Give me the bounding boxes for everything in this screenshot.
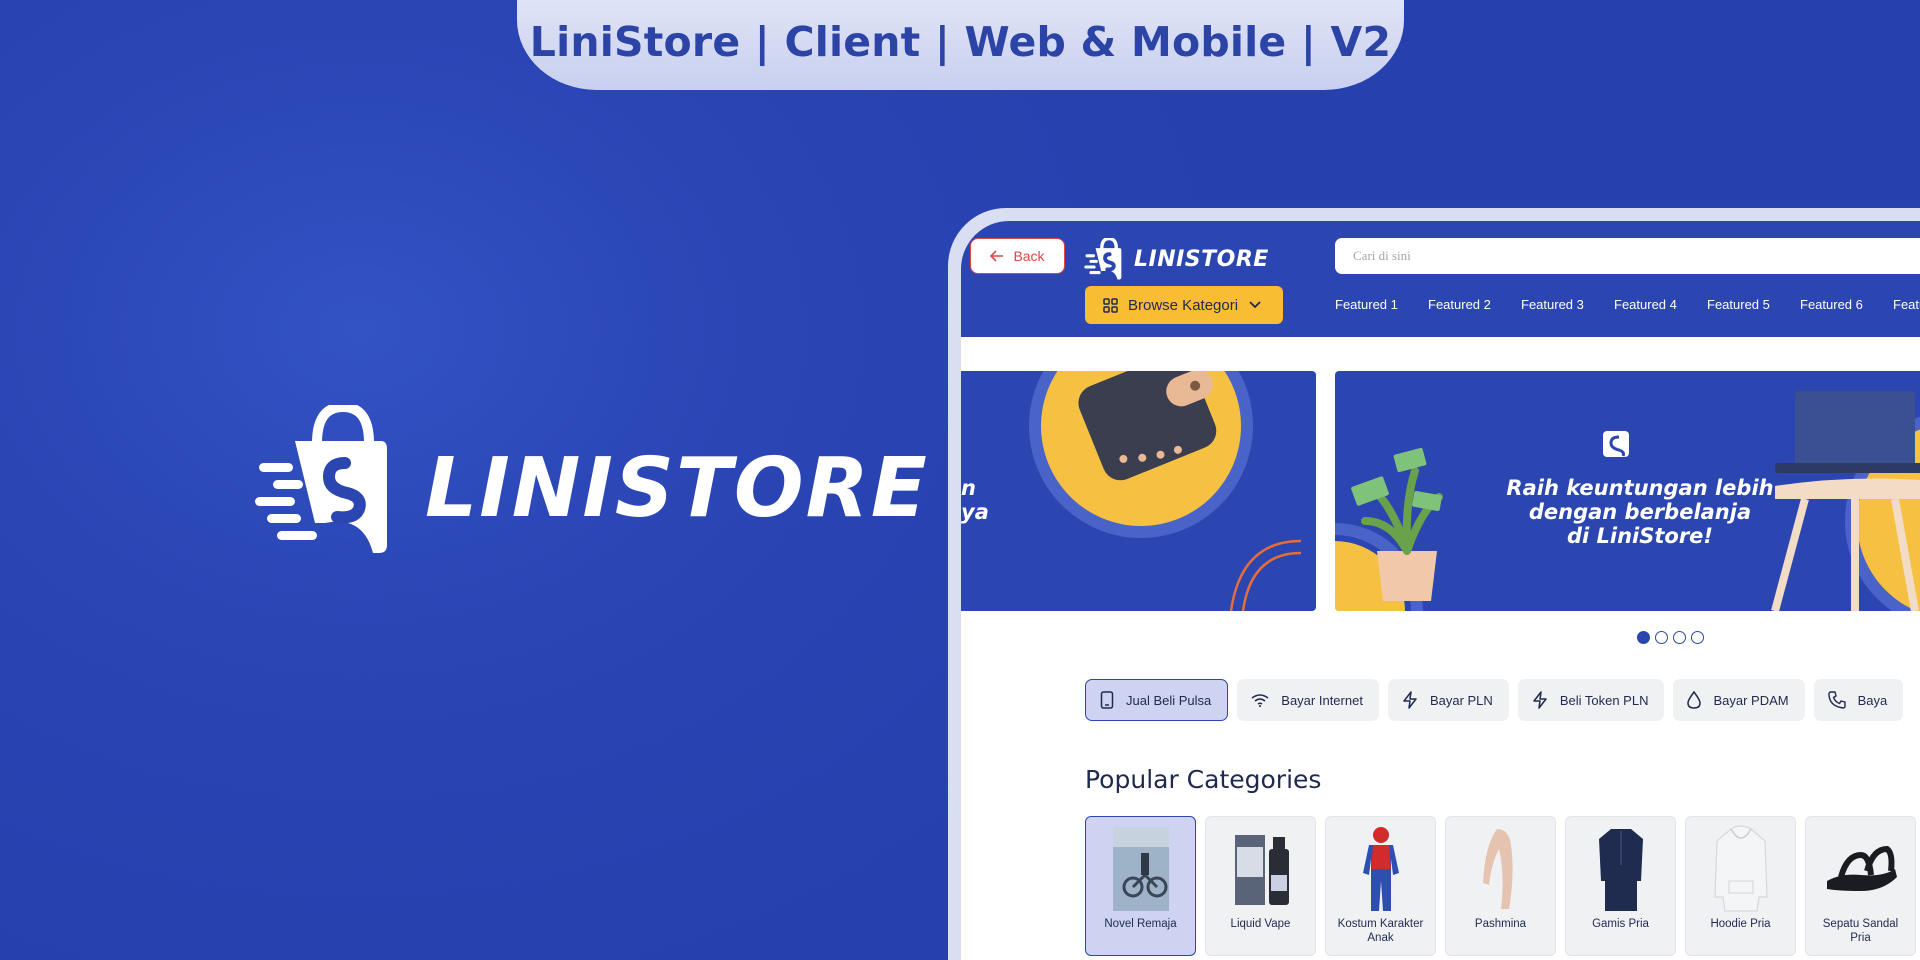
site-logo-icon[interactable]: [1084, 238, 1124, 280]
service-bayar-internet[interactable]: Bayar Internet: [1237, 679, 1379, 721]
featured-link-4[interactable]: Featured 4: [1614, 297, 1707, 312]
featured-link-2[interactable]: Featured 2: [1428, 297, 1521, 312]
promo-banner-previous[interactable]: n ya: [961, 371, 1316, 611]
lightning-icon: [1533, 691, 1547, 709]
banner-headline-line-2: dengan berbelanja: [1528, 500, 1752, 524]
category-sepatu-sandal-pria[interactable]: Sepatu Sandal Pria: [1805, 816, 1916, 956]
service-beli-token-pln[interactable]: Beli Token PLN: [1517, 679, 1665, 721]
arrow-left-icon: [990, 250, 1004, 262]
phone-icon: [1100, 691, 1114, 709]
site-wordmark: LINISTORE: [1134, 247, 1269, 272]
category-name: Novel Remaja: [1104, 918, 1177, 930]
browse-label: Browse Kategori: [1128, 296, 1239, 314]
service-label: Beli Token PLN: [1559, 692, 1649, 708]
telephone-icon: [1827, 691, 1846, 709]
linistore-logo-icon: [255, 405, 387, 553]
featured-link-6[interactable]: Featured 6: [1800, 297, 1893, 312]
carousel-dot-1[interactable]: [1637, 631, 1650, 644]
costume-image: [1362, 827, 1399, 911]
category-name: Gamis Pria: [1592, 918, 1649, 930]
carousel-dot-4[interactable]: [1691, 631, 1704, 644]
featured-link-5[interactable]: Featured 5: [1707, 297, 1800, 312]
featured-link-1[interactable]: Featured 1: [1335, 297, 1428, 312]
featured-link-7[interactable]: Featu: [1893, 297, 1920, 312]
web-screen: Back LINISTORE Browse K: [961, 221, 1920, 960]
gamis-image: [1598, 829, 1643, 911]
service-bayar-pdam[interactable]: Bayar PDAM: [1673, 679, 1805, 721]
category-name: Pashmina: [1474, 918, 1527, 930]
popular-categories-list: Novel Remaja Liquid Vape Kostum Karakter…: [1085, 816, 1916, 956]
service-label: Baya: [1857, 692, 1888, 708]
service-shortcuts: Jual Beli Pulsa Bayar Internet Bayar PLN: [1085, 679, 1904, 721]
service-label: Bayar Internet: [1281, 692, 1363, 708]
service-bayar-telepon[interactable]: Baya: [1813, 679, 1904, 721]
book-cover-image: [1112, 827, 1169, 911]
browse-category-button[interactable]: Browse Kategori: [1085, 286, 1283, 324]
sandal-image: [1826, 845, 1897, 891]
search-input[interactable]: [1335, 238, 1920, 274]
category-name: Liquid Vape: [1230, 918, 1291, 930]
category-liquid-vape[interactable]: Liquid Vape: [1205, 816, 1316, 956]
carousel-pagination: [1637, 631, 1704, 644]
category-name: Sepatu Sandal Pria: [1822, 918, 1899, 944]
device-frame: Back LINISTORE Browse K: [948, 208, 1920, 960]
service-label: Jual Beli Pulsa: [1126, 692, 1212, 708]
hoodie-image: [1713, 825, 1768, 912]
back-button[interactable]: Back: [970, 238, 1065, 274]
category-pashmina[interactable]: Pashmina: [1445, 816, 1556, 956]
pashmina-image: [1482, 829, 1513, 909]
chevron-down-icon: [1249, 301, 1261, 309]
lightning-icon: [1403, 691, 1417, 709]
service-jual-beli-pulsa[interactable]: Jual Beli Pulsa: [1085, 679, 1229, 721]
featured-nav: Featured 1 Featured 2 Featured 3 Feature…: [1335, 297, 1920, 312]
banner-headline: Raih keuntungan lebih dengan berbelanja …: [1490, 476, 1790, 548]
banner-headline-line-1: Raih keuntungan lebih: [1506, 476, 1774, 500]
category-kostum-karakter-anak[interactable]: Kostum Karakter Anak: [1325, 816, 1436, 956]
site-header: Back LINISTORE Browse K: [961, 221, 1920, 337]
banner-previous-line-2: ya: [961, 500, 989, 524]
featured-link-3[interactable]: Featured 3: [1521, 297, 1614, 312]
presentation-title-pill: LiniStore | Client | Web & Mobile | V2: [517, 0, 1404, 90]
vape-liquid-image: [1234, 835, 1289, 905]
service-bayar-pln[interactable]: Bayar PLN: [1387, 679, 1509, 721]
category-name: Hoodie Pria: [1710, 918, 1771, 930]
category-name: Kostum Karakter Anak: [1337, 918, 1424, 944]
banner-previous-line-1: n: [961, 476, 976, 500]
service-label: Bayar PLN: [1429, 692, 1493, 708]
promo-banner-current[interactable]: Raih keuntungan lebih dengan berbelanja …: [1335, 371, 1920, 611]
banner-wallet-illustration: [1029, 371, 1302, 611]
presentation-title: LiniStore | Client | Web & Mobile | V2: [529, 18, 1392, 66]
banner-headline-line-3: di LiniStore!: [1566, 524, 1714, 548]
back-label: Back: [1013, 248, 1045, 264]
category-gamis-pria[interactable]: Gamis Pria: [1565, 816, 1676, 956]
carousel-dot-2[interactable]: [1655, 631, 1668, 644]
category-novel-remaja[interactable]: Novel Remaja: [1085, 816, 1196, 956]
wifi-icon: [1251, 694, 1269, 707]
carousel-dot-3[interactable]: [1673, 631, 1686, 644]
banner-previous-text: n ya: [961, 476, 989, 524]
water-drop-icon: [1687, 691, 1702, 709]
service-label: Bayar PDAM: [1713, 692, 1789, 708]
grid-icon: [1103, 297, 1118, 313]
brand-wordmark: LINISTORE: [425, 441, 929, 536]
category-hoodie-pria[interactable]: Hoodie Pria: [1685, 816, 1796, 956]
popular-categories-title: Popular Categories: [1085, 765, 1322, 794]
